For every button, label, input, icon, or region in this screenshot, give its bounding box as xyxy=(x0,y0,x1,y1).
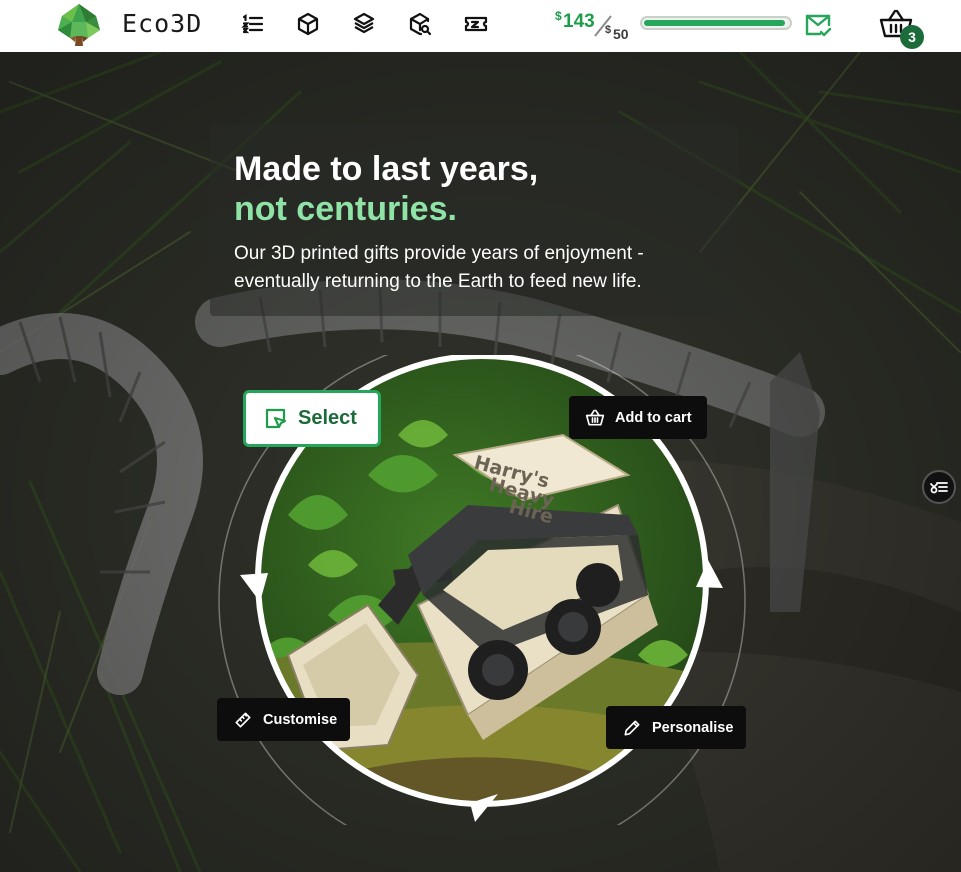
pencil-icon xyxy=(624,720,640,735)
cart-total-amount: 143 xyxy=(563,11,595,32)
tree-logo-icon[interactable] xyxy=(50,2,108,48)
hero-title-line2: not centuries. xyxy=(234,190,457,228)
basket-icon xyxy=(585,409,605,425)
add-to-cart-button[interactable]: Add to cart xyxy=(569,396,707,439)
threshold-amount: 50 xyxy=(613,26,629,42)
side-panel-toggle[interactable] xyxy=(922,470,956,504)
top-navbar: Eco3D $ 143 $ 50 3 xyxy=(0,0,961,52)
hero-title-line1: Made to last years, xyxy=(234,150,539,188)
box-search-icon[interactable] xyxy=(407,11,433,37)
cart-total-currency: $ xyxy=(555,9,562,23)
hero-subtitle: Our 3D printed gifts provide years of en… xyxy=(234,243,644,292)
box-icon[interactable] xyxy=(295,11,321,37)
cart-total-progress-label: $ 143 $ 50 xyxy=(555,7,635,45)
personalise-label: Personalise xyxy=(652,719,734,736)
progress-fill xyxy=(644,20,785,26)
ticket-icon[interactable] xyxy=(463,11,489,37)
ruler-icon xyxy=(235,712,251,727)
filter-list-icon xyxy=(930,482,948,494)
add-to-cart-label: Add to cart xyxy=(615,409,692,426)
select-button[interactable]: Select xyxy=(243,390,381,447)
cursor-select-icon xyxy=(265,408,287,428)
free-shipping-progress-bar xyxy=(640,16,792,30)
mail-check-icon[interactable] xyxy=(803,10,833,40)
personalise-button[interactable]: Personalise xyxy=(606,706,746,749)
threshold-currency: $ xyxy=(605,24,612,36)
cart-count-badge[interactable]: 3 xyxy=(900,25,924,49)
select-label: Select xyxy=(298,407,357,429)
list-icon[interactable] xyxy=(240,11,266,37)
customise-label: Customise xyxy=(263,711,338,728)
layers-box-icon[interactable] xyxy=(351,11,377,37)
brand-name[interactable]: Eco3D xyxy=(122,9,202,38)
customise-button[interactable]: Customise xyxy=(217,698,350,741)
